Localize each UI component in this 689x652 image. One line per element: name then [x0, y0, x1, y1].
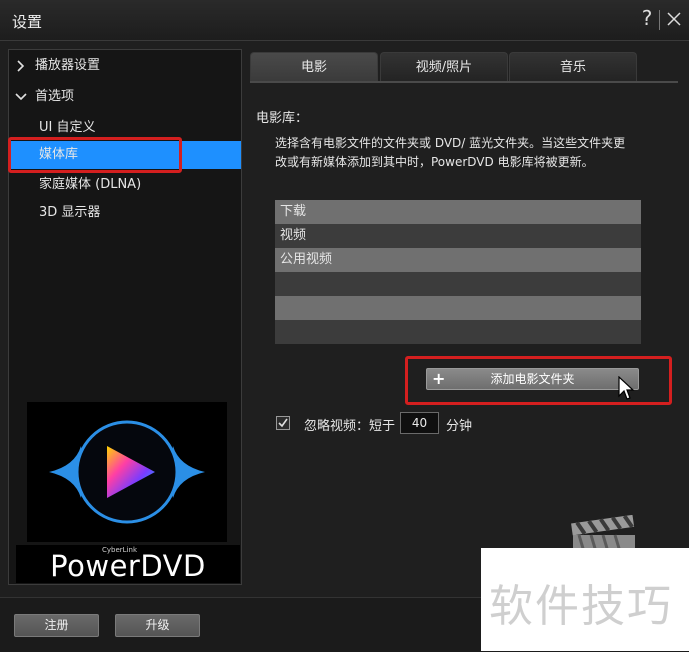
add-movie-folder-label: 添加电影文件夹: [490, 372, 575, 386]
list-item: [275, 296, 641, 320]
tab-music[interactable]: 音乐: [509, 52, 637, 82]
ignore-short-videos-label: 忽略视频：短于: [304, 419, 396, 434]
help-button[interactable]: ?: [638, 6, 656, 30]
sidebar-item-label: 媒体库: [39, 147, 79, 162]
minutes-field[interactable]: 40: [400, 412, 439, 434]
movie-library-description: 选择含有电影文件的文件夹或 DVD/ 蓝光文件夹。当这些文件夹更 改或有新媒体添…: [275, 134, 635, 172]
mouse-cursor-icon: [618, 376, 635, 400]
movie-library-label: 电影库：: [256, 111, 309, 126]
sidebar-item-label: UI 自定义: [39, 120, 96, 135]
movie-folder-list: 下载 视频 公用视频: [275, 200, 641, 344]
title-bar: 设置 ?: [0, 0, 689, 41]
list-item[interactable]: 视频: [275, 224, 641, 248]
list-item[interactable]: 下载: [275, 200, 641, 224]
brand-powerdvd: PowerDVD: [50, 549, 206, 583]
sidebar-group-preferences[interactable]: 首选项: [9, 83, 241, 111]
add-movie-folder-button[interactable]: + 添加电影文件夹: [426, 368, 639, 390]
title-separator: [659, 10, 660, 30]
tab-movies[interactable]: 电影: [250, 52, 378, 82]
sidebar-item-3d-display[interactable]: 3D 显示器: [9, 199, 241, 227]
sidebar-item-home-media-dlna[interactable]: 家庭媒体 (DLNA): [9, 171, 241, 199]
sidebar-item-label: 3D 显示器: [39, 205, 101, 220]
description-line: 选择含有电影文件的文件夹或 DVD/ 蓝光文件夹。当这些文件夹更: [275, 136, 626, 150]
ignore-short-videos-checkbox[interactable]: [276, 416, 290, 430]
register-button[interactable]: 注册: [14, 614, 99, 637]
chevron-down-icon: [15, 93, 27, 101]
checkmark-icon: [278, 418, 288, 428]
sidebar-item-label: 家庭媒体 (DLNA): [39, 177, 142, 192]
window-title: 设置: [12, 13, 43, 31]
tab-videos-photos[interactable]: 视频/照片: [380, 52, 508, 82]
watermark-overlay: 软件技巧: [481, 548, 689, 651]
chevron-right-icon: [17, 60, 25, 72]
tab-divider: [250, 81, 678, 83]
sidebar-group-label: 首选项: [35, 89, 75, 104]
sidebar-group-player-settings[interactable]: 播放器设置: [9, 52, 241, 80]
watermark-text: 软件技巧: [489, 581, 673, 632]
list-item: [275, 272, 641, 296]
list-item: [275, 320, 641, 344]
sidebar-group-label: 播放器设置: [35, 58, 101, 73]
play-logo-icon: [49, 420, 205, 524]
upgrade-button[interactable]: 升级: [115, 614, 200, 637]
description-line: 改或有新媒体添加到其中时，PowerDVD 电影库将被更新。: [275, 155, 594, 169]
minutes-unit-label: 分钟: [446, 419, 473, 434]
sidebar-item-ui-customize[interactable]: UI 自定义: [9, 114, 241, 142]
sidebar-item-media-library[interactable]: 媒体库: [9, 141, 241, 169]
list-item[interactable]: 公用视频: [275, 248, 641, 272]
powerdvd-wordmark: CyberLink PowerDVD: [16, 545, 240, 583]
powerdvd-logo: [27, 402, 227, 542]
close-icon[interactable]: [664, 9, 684, 29]
